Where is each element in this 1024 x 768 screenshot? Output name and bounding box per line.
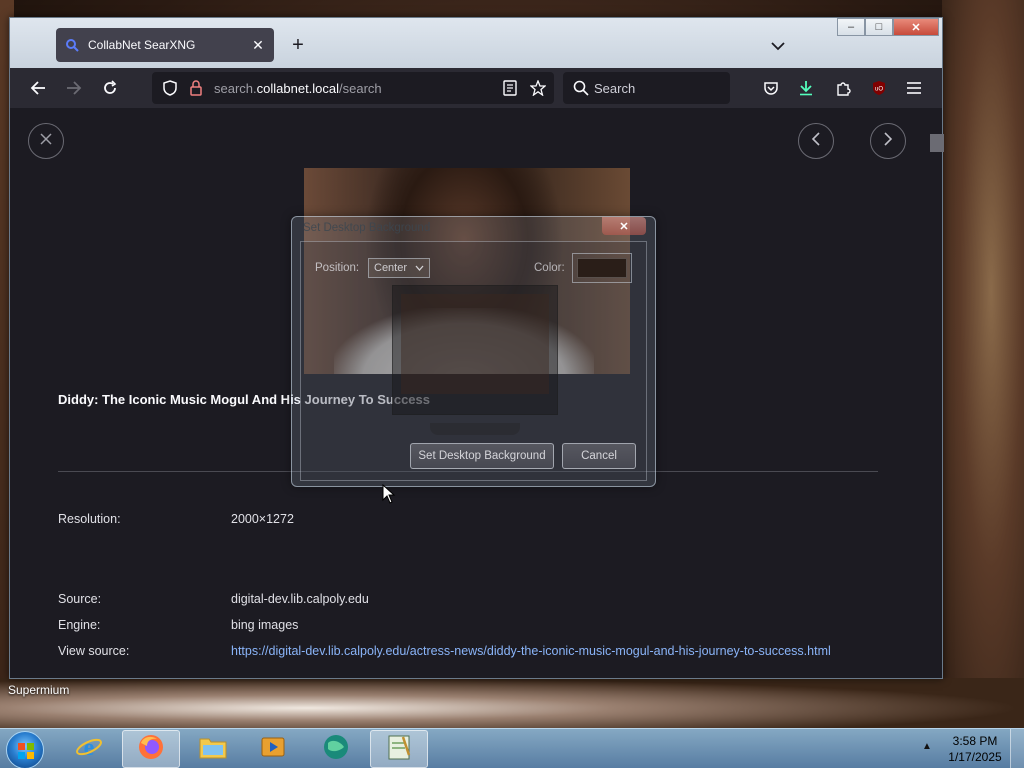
color-picker-button[interactable] [572,253,632,283]
chevron-left-icon [811,131,821,151]
show-desktop-button[interactable] [1010,729,1024,768]
minimize-button[interactable]: – [837,18,865,36]
taskbar-firefox[interactable] [122,730,180,768]
back-icon[interactable] [26,76,50,100]
window-caption-buttons: – □ ✕ [837,18,939,38]
desktop-icon-label[interactable]: Supermium [8,683,69,697]
resolution-label: Resolution: [58,512,121,526]
chevron-down-icon [415,262,424,274]
taskbar-media-player[interactable] [244,730,302,768]
taskbar: e ▲ 3:58 PM 1/17/2025 [0,728,1024,768]
monitor-stand [430,423,520,435]
view-source-label: View source: [58,644,130,658]
close-icon [40,132,52,150]
folder-icon [198,734,228,765]
engine-value: bing images [231,618,299,632]
bookmark-star-icon[interactable] [526,76,550,100]
url-text[interactable]: search.collabnet.local/search [214,81,382,96]
taskbar-app-globe[interactable] [307,730,365,768]
dialog-title: Set Desktop Background [303,222,431,234]
ublock-origin-icon[interactable]: uO [867,76,891,100]
tab-title: CollabNet SearXNG [88,38,196,52]
set-desktop-background-dialog: Set Desktop Background ✕ Position: Cente… [291,216,656,487]
close-tab-icon[interactable]: ✕ [250,37,266,53]
svg-text:e: e [84,735,95,761]
show-hidden-icons-icon[interactable]: ▲ [922,741,932,752]
color-swatch [577,258,627,278]
view-source-link[interactable]: https://digital-dev.lib.calpoly.edu/actr… [231,644,831,658]
forward-icon[interactable] [62,76,86,100]
color-label: Color: [534,262,565,274]
navigation-toolbar: search.collabnet.local/search Search uO [10,68,942,108]
media-player-icon [260,734,286,765]
maximize-button[interactable]: □ [865,18,893,36]
reader-view-icon[interactable] [498,76,522,100]
position-value: Center [374,262,408,274]
dialog-close-button[interactable]: ✕ [602,217,646,235]
desktop-wallpaper-right [942,0,1024,728]
reload-icon[interactable] [98,76,122,100]
globe-icon [322,733,350,766]
firefox-icon [137,733,165,766]
search-bar[interactable]: Search [563,72,730,104]
svg-text:uO: uO [875,87,883,93]
extensions-icon[interactable] [831,76,855,100]
search-icon [569,76,593,100]
tab-active[interactable]: CollabNet SearXNG ✕ [56,28,274,62]
clock-time: 3:58 PM [952,734,998,748]
new-tab-button[interactable]: + [286,34,310,58]
previous-image-button[interactable] [798,123,834,159]
list-all-tabs-icon[interactable] [766,34,790,58]
taskbar-notepad[interactable] [370,730,428,768]
position-select[interactable]: Center [368,258,430,278]
desktop-wallpaper-bottom [0,678,1024,728]
scrollbar-thumb[interactable] [930,134,944,152]
address-bar[interactable]: search.collabnet.local/search [152,72,554,104]
cancel-button[interactable]: Cancel [562,443,636,469]
monitor-preview [392,285,558,415]
search-favicon-icon [64,37,80,53]
downloads-icon[interactable] [794,76,818,100]
close-detail-button[interactable] [28,123,64,159]
engine-label: Engine: [58,618,101,632]
windows-logo-icon [17,742,35,765]
menu-hamburger-icon[interactable] [902,76,926,100]
notepad-icon [385,733,413,766]
position-label: Position: [315,262,360,274]
shield-icon[interactable] [158,76,182,100]
system-clock[interactable]: 3:58 PM 1/17/2025 [944,733,1006,765]
clock-date: 1/17/2025 [948,750,1002,764]
monitor-preview-screen [401,294,549,394]
start-button[interactable] [6,731,44,768]
source-value: digital-dev.lib.calpoly.edu [231,592,369,606]
taskbar-internet-explorer[interactable]: e [60,730,118,768]
tab-strip: CollabNet SearXNG ✕ + – □ ✕ [10,18,942,68]
set-desktop-background-button[interactable]: Set Desktop Background [410,443,554,469]
mouse-cursor-icon [382,483,396,504]
taskbar-file-explorer[interactable] [184,730,242,768]
internet-explorer-icon: e [75,733,103,766]
page-scrollbar[interactable] [928,108,944,678]
resolution-value: 2000×1272 [231,512,294,526]
search-placeholder: Search [594,81,636,96]
pocket-icon[interactable] [759,76,783,100]
close-window-button[interactable]: ✕ [893,18,939,36]
chevron-right-icon [883,131,893,151]
next-image-button[interactable] [870,123,906,159]
source-label: Source: [58,592,102,606]
lock-icon[interactable] [184,76,208,100]
